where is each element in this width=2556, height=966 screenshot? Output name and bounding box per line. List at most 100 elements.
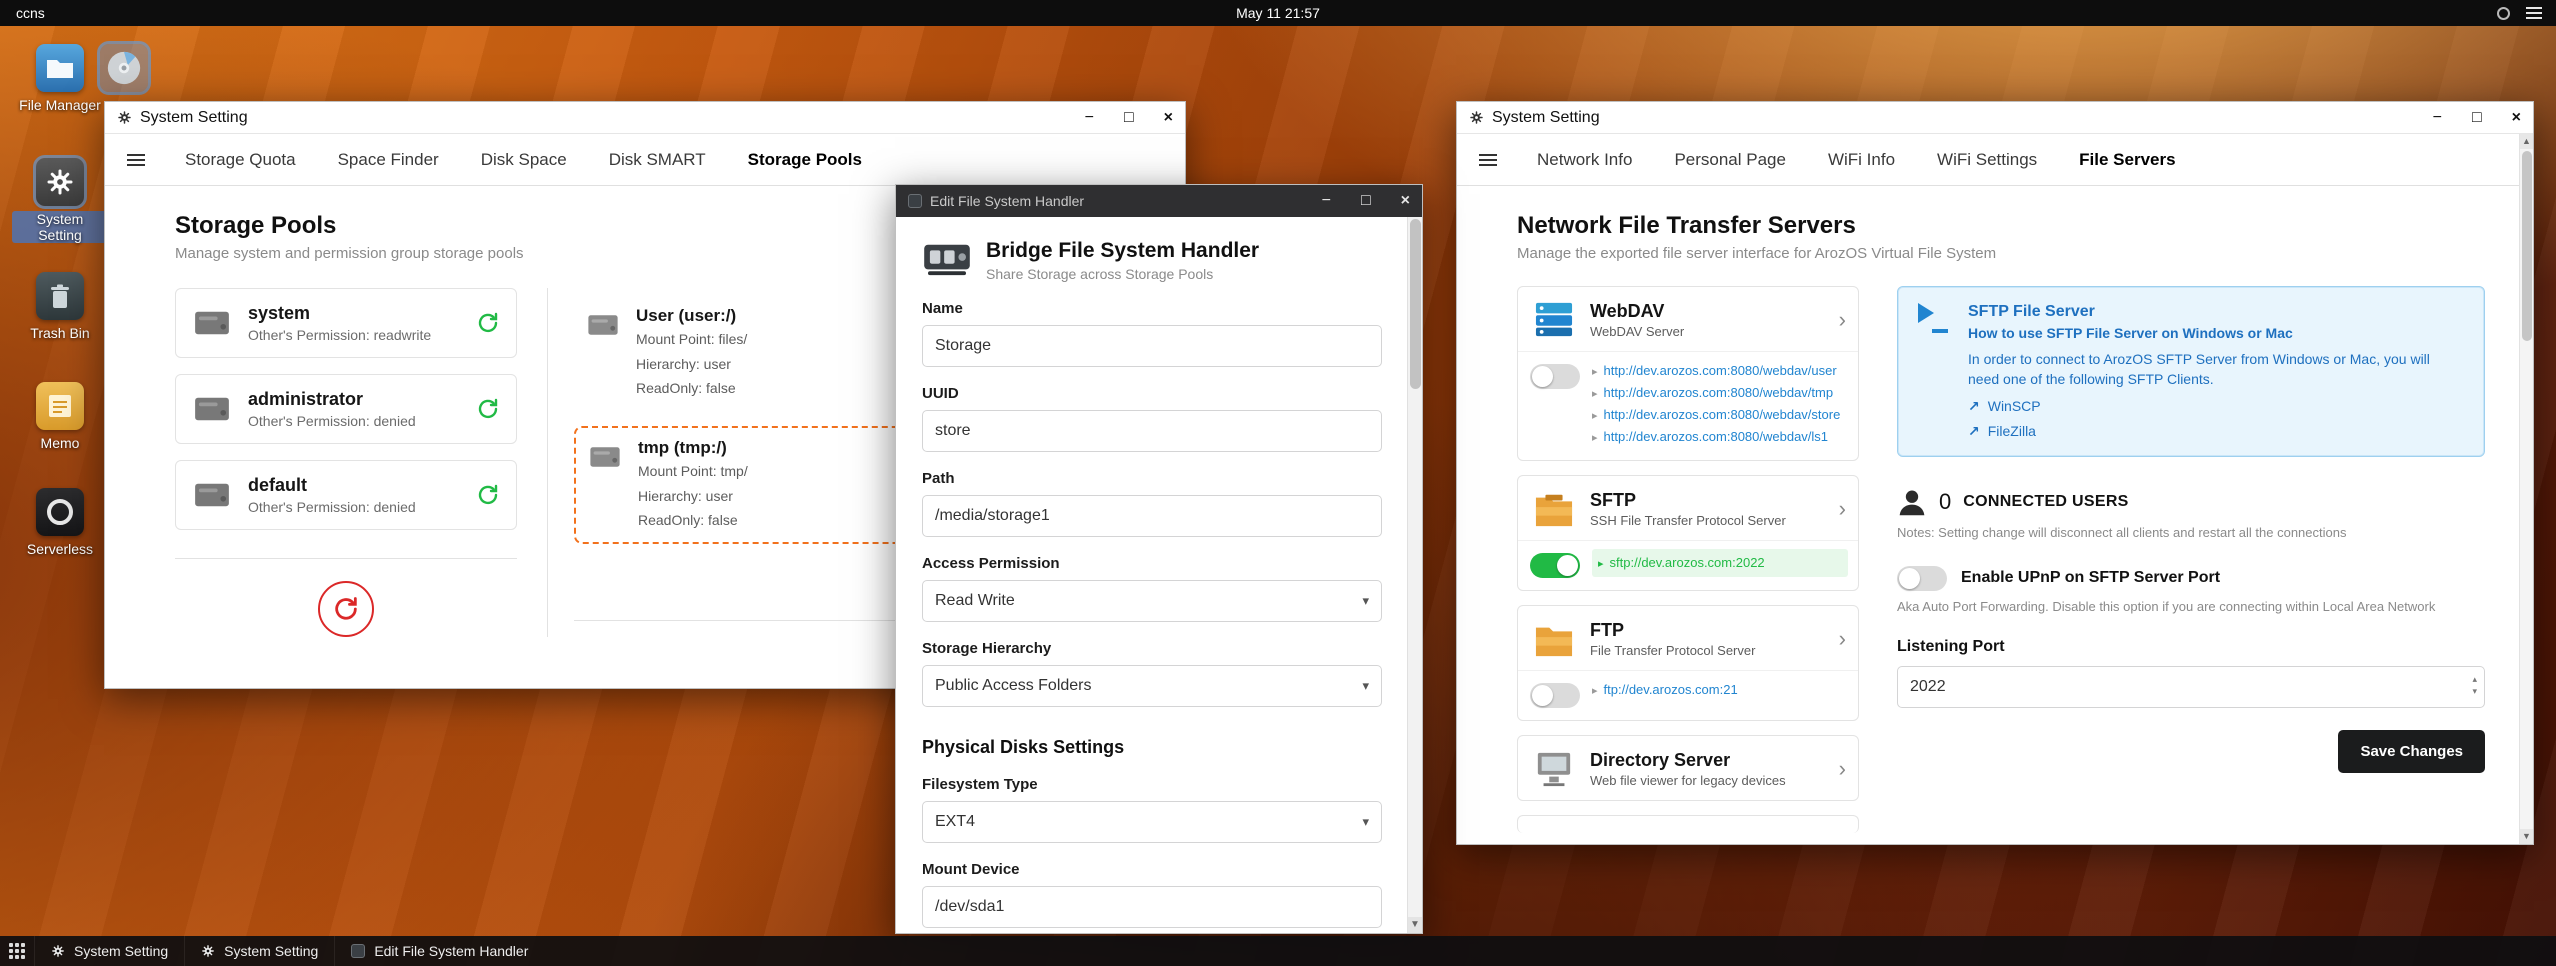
sync-icon[interactable] <box>476 483 500 507</box>
tab-personal-page[interactable]: Personal Page <box>1656 140 1804 180</box>
scroll-up-icon[interactable]: ▲ <box>2520 134 2533 149</box>
titlebar[interactable]: System Setting − □ × <box>105 102 1185 134</box>
access-permission-select[interactable]: Read Write ▾ <box>922 580 1382 622</box>
filesystem-type-select[interactable]: EXT4 ▾ <box>922 801 1382 843</box>
listening-port-input[interactable] <box>1897 665 2485 708</box>
status-spinner-icon[interactable] <box>2497 6 2510 20</box>
mount-readonly: ReadOnly: false <box>636 380 736 397</box>
name-input[interactable] <box>922 325 1382 367</box>
storage-pool-item[interactable]: administrator Other's Permission: denied <box>175 374 517 444</box>
chevron-right-icon[interactable]: › <box>1839 307 1846 333</box>
desktop-icon-trash-bin[interactable]: Trash Bin <box>12 272 108 341</box>
sftp-toggle[interactable] <box>1530 553 1580 579</box>
client-link-winscp[interactable]: WinSCP <box>1988 398 2041 414</box>
tab-file-servers[interactable]: File Servers <box>2061 140 2193 180</box>
sync-icon[interactable] <box>476 311 500 335</box>
close-button[interactable]: × <box>2512 109 2521 126</box>
task-item-system-setting-1[interactable]: System Setting <box>34 936 184 966</box>
trash-icon <box>36 272 84 320</box>
close-button[interactable]: × <box>1401 193 1410 209</box>
menu-icon[interactable] <box>127 151 145 169</box>
scroll-thumb[interactable] <box>2522 151 2532 341</box>
server-subtitle: WebDAV Server <box>1590 324 1685 339</box>
mount-hierarchy: Hierarchy: user <box>638 487 733 504</box>
titlebar[interactable]: Edit File System Handler − □ × <box>896 185 1422 217</box>
tab-network-info[interactable]: Network Info <box>1519 140 1650 180</box>
close-button[interactable]: × <box>1164 109 1173 126</box>
menu-icon[interactable] <box>1479 151 1497 169</box>
tab-disk-smart[interactable]: Disk SMART <box>591 140 724 180</box>
webdav-toggle[interactable] <box>1530 364 1580 389</box>
server-title: SFTP <box>1590 490 1637 511</box>
tab-wifi-info[interactable]: WiFi Info <box>1810 140 1913 180</box>
gear-icon <box>202 945 214 957</box>
server-card-sftp[interactable]: SFTP SSH File Transfer Protocol Server ›… <box>1517 475 1859 592</box>
info-body: In order to connect to ArozOS SFTP Serve… <box>1968 351 2430 388</box>
tab-storage-quota[interactable]: Storage Quota <box>167 140 314 180</box>
maximize-button[interactable]: □ <box>1361 193 1371 209</box>
webdav-link[interactable]: http://dev.arozos.com:8080/webdav/tmp <box>1604 385 1834 400</box>
chevron-right-icon[interactable]: › <box>1839 756 1846 782</box>
server-title: FTP <box>1590 620 1624 641</box>
tab-space-finder[interactable]: Space Finder <box>320 140 457 180</box>
desktop-icon-serverless[interactable]: Serverless <box>12 488 108 557</box>
gear-icon <box>118 111 131 124</box>
menu-icon[interactable] <box>2526 4 2542 22</box>
tab-disk-space[interactable]: Disk Space <box>463 140 585 180</box>
desktop-icon-system-setting[interactable]: System Setting <box>12 155 108 245</box>
webdav-link[interactable]: http://dev.arozos.com:8080/webdav/user <box>1604 363 1837 378</box>
tab-wifi-settings[interactable]: WiFi Settings <box>1919 140 2055 180</box>
desktop-icon-label: Trash Bin <box>30 325 90 341</box>
pool-permission: Other's Permission: denied <box>248 499 416 515</box>
desktop-icon-memo[interactable]: Memo <box>12 382 108 451</box>
refresh-pools-button[interactable] <box>318 581 374 637</box>
mount-device-input[interactable] <box>922 886 1382 928</box>
selected-value: Public Access Folders <box>935 677 1092 694</box>
save-changes-button[interactable]: Save Changes <box>2338 729 2485 773</box>
pool-name: system <box>248 303 311 323</box>
app-icon <box>351 944 366 958</box>
minimize-button[interactable]: − <box>1085 109 1094 126</box>
filesystem-type-label: Filesystem Type <box>922 776 1038 793</box>
ftp-server-icon <box>1535 627 1573 657</box>
ftp-toggle[interactable] <box>1530 683 1580 709</box>
scrollbar[interactable]: ▲ ▼ <box>2519 134 2533 844</box>
scrollbar[interactable]: ▼ <box>1407 217 1422 933</box>
ftp-link[interactable]: ftp://dev.arozos.com:21 <box>1604 682 1738 697</box>
sftp-link[interactable]: sftp://dev.arozos.com:2022 <box>1610 555 1765 570</box>
storage-hierarchy-select[interactable]: Public Access Folders ▾ <box>922 665 1382 707</box>
scroll-down-icon[interactable]: ▼ <box>2520 829 2533 844</box>
client-link-filezilla[interactable]: FileZilla <box>1988 423 2036 439</box>
webdav-link[interactable]: http://dev.arozos.com:8080/webdav/store <box>1604 407 1841 422</box>
maximize-button[interactable]: □ <box>1124 109 1134 126</box>
tab-storage-pools[interactable]: Storage Pools <box>730 140 880 180</box>
path-input[interactable] <box>922 495 1382 537</box>
webdav-link[interactable]: http://dev.arozos.com:8080/webdav/ls1 <box>1604 429 1829 444</box>
storage-pool-item[interactable]: default Other's Permission: denied <box>175 460 517 530</box>
number-spinner[interactable]: ▴ ▾ <box>2472 673 2477 698</box>
server-card-directory[interactable]: Directory Server Web file viewer for leg… <box>1517 735 1859 802</box>
mount-name: tmp (tmp:/) <box>638 438 727 458</box>
titlebar[interactable]: System Setting − □ × <box>1457 102 2533 134</box>
upnp-toggle[interactable] <box>1897 565 1947 591</box>
chevron-right-icon[interactable]: › <box>1839 626 1846 652</box>
maximize-button[interactable]: □ <box>2472 109 2482 126</box>
page-title: Network File Transfer Servers <box>1517 212 1856 239</box>
uuid-input[interactable] <box>922 410 1382 452</box>
app-launcher-button[interactable] <box>0 936 34 966</box>
scroll-down-icon[interactable]: ▼ <box>1408 917 1422 933</box>
upnp-label: Enable UPnP on SFTP Server Port <box>1961 569 2221 587</box>
access-permission-label: Access Permission <box>922 555 1060 572</box>
minimize-button[interactable]: − <box>1322 193 1331 209</box>
minimize-button[interactable]: − <box>2433 109 2442 126</box>
gear-icon <box>1470 111 1483 124</box>
task-item-system-setting-2[interactable]: System Setting <box>184 936 334 966</box>
storage-pool-item[interactable]: system Other's Permission: readwrite <box>175 288 517 358</box>
chevron-right-icon[interactable]: › <box>1839 496 1846 522</box>
server-card-ftp[interactable]: FTP File Transfer Protocol Server › ▸ ftp… <box>1517 605 1859 722</box>
disk-icon <box>588 315 618 335</box>
task-item-edit-fs-handler[interactable]: Edit File System Handler <box>334 936 544 966</box>
server-card-webdav[interactable]: WebDAV WebDAV Server › ▸ http://dev.arozo… <box>1517 286 1859 462</box>
sync-icon[interactable] <box>476 397 500 421</box>
scroll-thumb[interactable] <box>1410 219 1421 389</box>
